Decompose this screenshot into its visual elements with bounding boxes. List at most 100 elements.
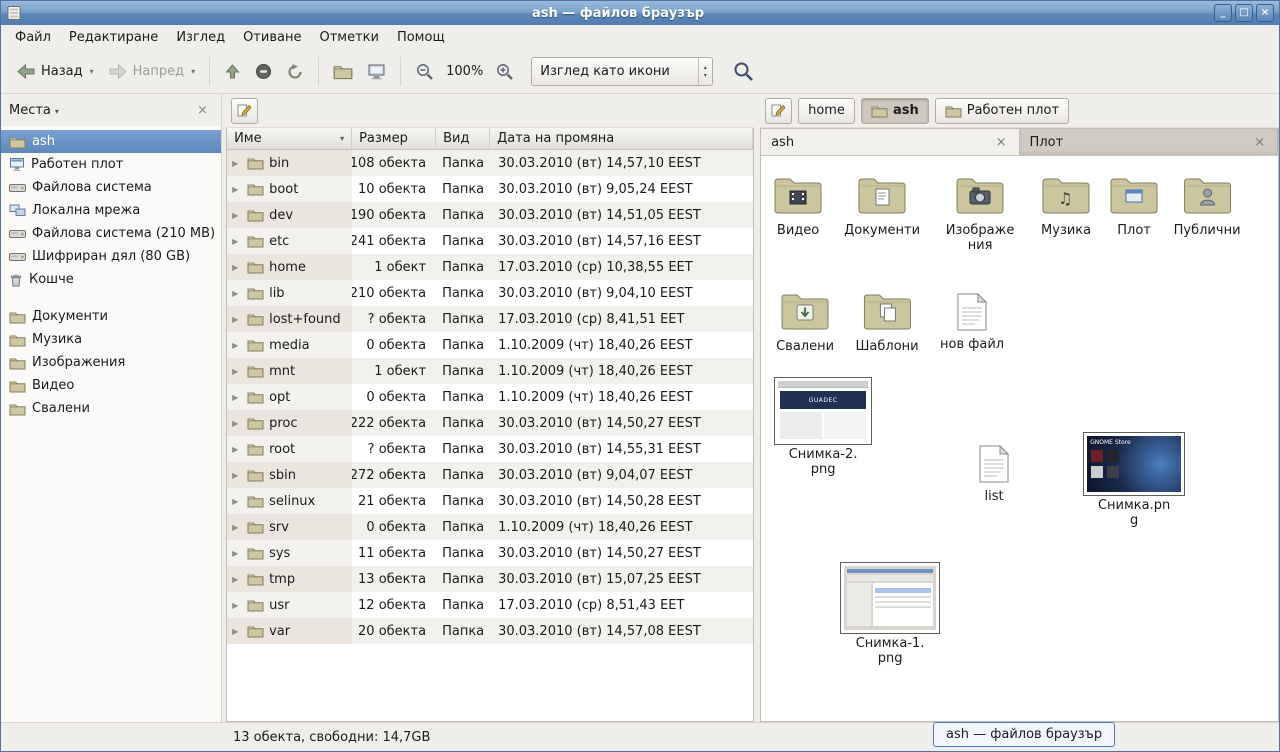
location-toggle-left-button[interactable] xyxy=(231,98,258,124)
file-row-etc[interactable]: ▶etc241 обектаПапка30.03.2010 (вт) 14,57… xyxy=(227,228,753,254)
expander-icon[interactable]: ▶ xyxy=(232,393,242,402)
menu-file[interactable]: Файл xyxy=(6,27,60,48)
file-row-boot[interactable]: ▶boot10 обектаПапка30.03.2010 (вт) 9,05,… xyxy=(227,176,753,202)
expander-icon[interactable]: ▶ xyxy=(232,497,242,506)
breadcrumb-desktop[interactable]: Работен плот xyxy=(935,98,1069,124)
icon-canvas[interactable]: Видео Документи Изображения ♫Музика ПлотПубл… xyxy=(760,156,1279,722)
minimize-button[interactable]: _ xyxy=(1214,4,1232,22)
sidebar-title[interactable]: Места xyxy=(9,103,51,118)
file-row-proc[interactable]: ▶proc222 обектаПапка30.03.2010 (вт) 14,5… xyxy=(227,410,753,436)
expander-icon[interactable]: ▶ xyxy=(232,549,242,558)
icon-item-documents[interactable]: Документи xyxy=(844,173,920,239)
sidebar-item-ash[interactable]: ash xyxy=(1,130,221,153)
icon-item-templates[interactable]: Шаблони xyxy=(856,289,919,355)
sidebar-item-images[interactable]: Изображения xyxy=(1,351,221,374)
expander-icon[interactable]: ▶ xyxy=(232,263,242,272)
tab-close-icon[interactable]: × xyxy=(994,135,1009,150)
file-row-selinux[interactable]: ▶selinux21 обектаПапка30.03.2010 (вт) 14… xyxy=(227,488,753,514)
sidebar-item-filesystem[interactable]: Файлова система xyxy=(1,176,221,199)
sidebar-item-music[interactable]: Музика xyxy=(1,328,221,351)
zoom-in-button[interactable] xyxy=(488,56,521,88)
expander-icon[interactable]: ▶ xyxy=(232,159,242,168)
sidebar-item-video[interactable]: Видео xyxy=(1,374,221,397)
sidebar-item-desktop[interactable]: Работен плот xyxy=(1,153,221,176)
file-row-sbin[interactable]: ▶sbin272 обектаПапка30.03.2010 (вт) 9,04… xyxy=(227,462,753,488)
sidebar-item-encrypted-80gb[interactable]: Шифриран дял (80 GB) xyxy=(1,245,221,268)
expander-icon[interactable]: ▶ xyxy=(232,185,242,194)
file-row-mnt[interactable]: ▶mnt1 обектПапка1.10.2009 (чт) 18,40,26 … xyxy=(227,358,753,384)
maximize-button[interactable]: □ xyxy=(1235,4,1253,22)
sidebar-item-downloads[interactable]: Свалени xyxy=(1,397,221,420)
sidebar-item-trash[interactable]: Кошче xyxy=(1,268,221,291)
file-row-media[interactable]: ▶media0 обектаПапка1.10.2009 (чт) 18,40,… xyxy=(227,332,753,358)
tab-close-icon[interactable]: × xyxy=(1252,135,1267,150)
breadcrumb-ash[interactable]: ash xyxy=(861,98,929,124)
icon-item-images[interactable]: Изображения xyxy=(942,173,1018,253)
forward-button[interactable]: Напред ▾ xyxy=(101,56,203,88)
expander-icon[interactable]: ▶ xyxy=(232,471,242,480)
close-button[interactable]: × xyxy=(1256,4,1274,22)
icon-item-public[interactable]: Публични xyxy=(1174,173,1241,239)
file-row-sys[interactable]: ▶sys11 обектаПапка30.03.2010 (вт) 14,50,… xyxy=(227,540,753,566)
file-row-usr[interactable]: ▶usr12 обектаПапка17.03.2010 (ср) 8,51,4… xyxy=(227,592,753,618)
expander-icon[interactable]: ▶ xyxy=(232,211,242,220)
stop-button[interactable] xyxy=(248,56,279,88)
sidebar-item-local-network[interactable]: Локална мрежа xyxy=(1,199,221,222)
location-toggle-right-button[interactable] xyxy=(765,98,792,124)
expander-icon[interactable]: ▶ xyxy=(232,445,242,454)
home-button[interactable] xyxy=(326,56,360,88)
file-row-lost+found[interactable]: ▶lost+found? обектаПапка17.03.2010 (ср) … xyxy=(227,306,753,332)
icon-item-music[interactable]: ♫Музика xyxy=(1039,173,1093,239)
computer-button[interactable] xyxy=(360,56,393,88)
file-row-tmp[interactable]: ▶tmp13 обектаПапка30.03.2010 (вт) 15,07,… xyxy=(227,566,753,592)
expander-icon[interactable]: ▶ xyxy=(232,627,242,636)
file-row-root[interactable]: ▶root? обектаПапка30.03.2010 (вт) 14,55,… xyxy=(227,436,753,462)
icon-item-video[interactable]: Видео xyxy=(771,173,825,239)
icon-item-snimka[interactable]: GNOME StoreСнимка.png xyxy=(1083,432,1185,528)
expander-icon[interactable]: ▶ xyxy=(232,315,242,324)
menu-help[interactable]: Помощ xyxy=(388,27,454,48)
icon-item-new-file[interactable]: нов файл xyxy=(940,293,1004,353)
file-row-lib[interactable]: ▶lib210 обектаПапка30.03.2010 (вт) 9,04,… xyxy=(227,280,753,306)
sidebar-item-documents[interactable]: Документи xyxy=(1,305,221,328)
breadcrumb-home[interactable]: home xyxy=(798,98,855,124)
sidebar-dropdown-icon[interactable]: ▾ xyxy=(55,104,192,116)
back-button[interactable]: Назад ▾ xyxy=(9,56,101,88)
icon-item-desktop[interactable]: Плот xyxy=(1107,173,1161,239)
expander-icon[interactable]: ▶ xyxy=(232,367,242,376)
menu-go[interactable]: Отиване xyxy=(234,27,310,48)
expander-icon[interactable]: ▶ xyxy=(232,237,242,246)
expander-icon[interactable]: ▶ xyxy=(232,289,242,298)
zoom-out-button[interactable] xyxy=(408,56,441,88)
file-row-bin[interactable]: ▶bin108 обектаПапка30.03.2010 (вт) 14,57… xyxy=(227,150,753,176)
column-header-mod[interactable]: Дата на промяна xyxy=(490,128,753,149)
up-button[interactable] xyxy=(217,56,248,88)
icon-item-downloads[interactable]: Свалени xyxy=(776,289,834,355)
menu-view[interactable]: Изглед xyxy=(167,27,234,48)
view-mode-select[interactable]: Изглед като икони ▴ ▾ xyxy=(531,57,713,86)
column-header-type[interactable]: Вид xyxy=(436,128,490,149)
file-row-dev[interactable]: ▶dev190 обектаПапка30.03.2010 (вт) 14,51… xyxy=(227,202,753,228)
sidebar-item-filesystem-210mb[interactable]: Файлова система (210 MB) xyxy=(1,222,221,245)
menu-edit[interactable]: Редактиране xyxy=(60,27,167,48)
icon-item-snimka-2[interactable]: GUADECСнимка-2.png xyxy=(774,377,872,477)
column-header-size[interactable]: Размер xyxy=(352,128,436,149)
tab-ash[interactable]: ash× xyxy=(761,129,1019,155)
reload-button[interactable] xyxy=(279,56,311,88)
search-button[interactable] xyxy=(727,56,761,88)
menu-bookmarks[interactable]: Отметки xyxy=(310,27,387,48)
file-row-opt[interactable]: ▶opt0 обектаПапка1.10.2009 (чт) 18,40,26… xyxy=(227,384,753,410)
expander-icon[interactable]: ▶ xyxy=(232,419,242,428)
icon-item-snimka-1[interactable]: Снимка-1.png xyxy=(840,562,940,666)
sidebar-close-icon[interactable]: × xyxy=(192,103,213,118)
tab-plot[interactable]: Плот× xyxy=(1020,129,1278,155)
column-header-name[interactable]: Име▾ xyxy=(227,128,352,149)
expander-icon[interactable]: ▶ xyxy=(232,575,242,584)
titlebar[interactable]: ash — файлов браузър _□× xyxy=(1,1,1279,25)
expander-icon[interactable]: ▶ xyxy=(232,601,242,610)
expander-icon[interactable]: ▶ xyxy=(232,523,242,532)
expander-icon[interactable]: ▶ xyxy=(232,341,242,350)
file-row-home[interactable]: ▶home1 обектПапка17.03.2010 (ср) 10,38,5… xyxy=(227,254,753,280)
icon-item-list[interactable]: list xyxy=(979,445,1009,505)
spinner-icon[interactable]: ▴ ▾ xyxy=(698,58,712,85)
